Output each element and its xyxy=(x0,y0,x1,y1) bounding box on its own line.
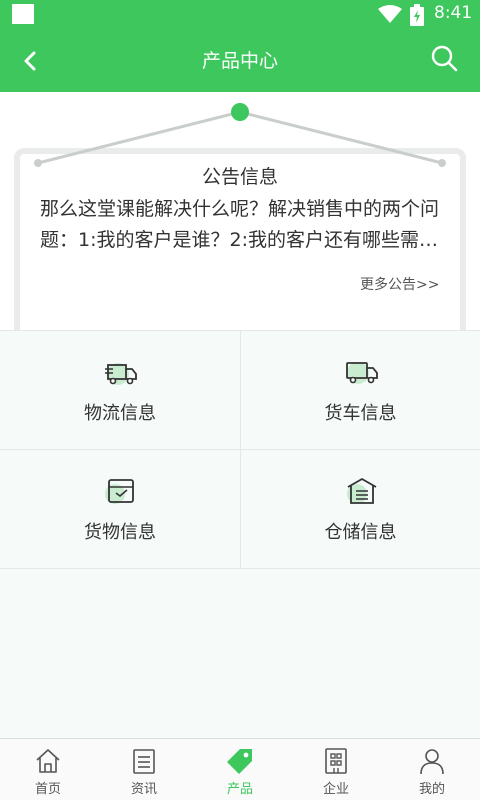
grid-item-warehouse[interactable]: 仓储信息 xyxy=(240,450,480,569)
cargo-box-icon xyxy=(105,479,134,504)
grid-item-cargo[interactable]: 货物信息 xyxy=(0,450,240,569)
tab-products[interactable]: 产品 xyxy=(192,739,288,800)
notice-text: 那么这堂课能解决什么呢？解决销售中的两个问题：1:我的客户是谁？2:我的客户还有… xyxy=(40,198,440,251)
tab-label: 首页 xyxy=(34,782,61,797)
tab-label: 我的 xyxy=(418,782,445,797)
tab-enterprise[interactable]: 企业 xyxy=(288,739,384,800)
grid-item-label: 仓储信息 xyxy=(324,522,397,543)
logistics-truck-icon xyxy=(105,363,137,385)
building-icon xyxy=(325,748,347,774)
search-icon[interactable] xyxy=(428,42,460,74)
grid-item-truck[interactable]: 货车信息 xyxy=(240,331,480,450)
notification-icon xyxy=(12,4,34,24)
status-bar: 8:41 xyxy=(0,0,480,28)
truck-icon xyxy=(346,362,378,384)
tab-mine[interactable]: 我的 xyxy=(384,739,480,800)
page-title: 产品中心 xyxy=(201,50,278,72)
more-notices-link[interactable]: 更多公告>> xyxy=(360,274,439,294)
bottom-tab-bar: 首页 资讯 产品 企业 我的 xyxy=(0,738,480,800)
grid-item-logistics[interactable]: 物流信息 xyxy=(0,331,240,450)
hanging-string-decoration xyxy=(34,103,446,167)
tab-label: 资讯 xyxy=(130,782,157,797)
grid-item-label: 货物信息 xyxy=(84,522,156,543)
wifi-icon xyxy=(378,5,402,23)
grid-item-label: 货车信息 xyxy=(324,403,397,424)
tab-news[interactable]: 资讯 xyxy=(96,739,192,800)
news-icon xyxy=(133,749,155,774)
user-icon xyxy=(420,749,444,775)
status-time: 8:41 xyxy=(434,3,473,23)
notice-title: 公告信息 xyxy=(201,166,278,188)
warehouse-icon xyxy=(347,477,377,504)
tag-icon xyxy=(227,749,252,774)
tab-label: 产品 xyxy=(226,782,253,797)
grid-item-label: 物流信息 xyxy=(84,403,156,424)
home-icon xyxy=(36,749,60,773)
category-grid: 物流信息 货车信息 货物信息 仓储信息 xyxy=(0,330,480,569)
tab-home[interactable]: 首页 xyxy=(0,739,96,800)
tab-label: 企业 xyxy=(322,782,349,797)
battery-icon xyxy=(410,4,424,26)
app-bar: 产品中心 xyxy=(0,28,480,92)
